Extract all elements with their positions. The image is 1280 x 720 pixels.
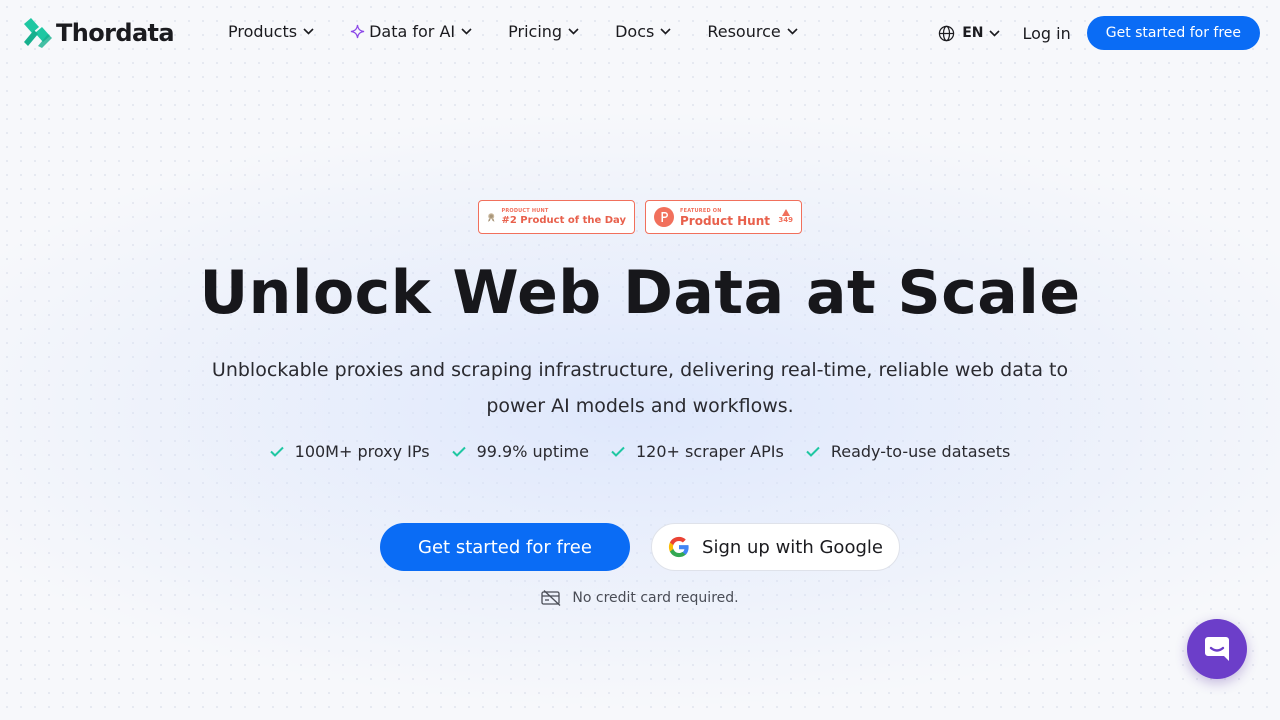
featured-product-hunt-badge[interactable]: FEATURED ON Product Hunt 349	[645, 200, 802, 234]
nav-label: Products	[228, 22, 298, 41]
nav-pricing[interactable]: Pricing	[508, 22, 579, 41]
hero-title: Unlock Web Data at Scale	[199, 258, 1081, 328]
login-link[interactable]: Log in	[1022, 24, 1070, 43]
site-header: Thordata Products Data for AI Pricing Do…	[0, 0, 1280, 66]
get-started-button[interactable]: Get started for free	[380, 523, 630, 571]
feature-label: 120+ scraper APIs	[635, 442, 784, 461]
badge-title: #2 Product of the Day	[501, 214, 626, 226]
globe-icon	[939, 25, 955, 41]
badge-title: Product Hunt	[680, 213, 770, 228]
chat-widget-button[interactable]	[1187, 619, 1247, 679]
check-icon	[611, 446, 625, 457]
brand-logo[interactable]: Thordata	[22, 18, 175, 48]
chevron-down-icon	[568, 28, 579, 35]
vote-number: 349	[778, 216, 793, 224]
check-icon	[269, 446, 284, 457]
hero-cta-row: Get started for free Sign up with Google	[380, 523, 900, 571]
chevron-down-icon	[303, 28, 314, 35]
feature-list: 100M+ proxy IPs 99.9% uptime 120+ scrape…	[0, 442, 1280, 461]
upvote-count: 349	[778, 209, 793, 225]
feature-label: Ready-to-use datasets	[830, 442, 1011, 461]
feature-label: 100M+ proxy IPs	[294, 442, 430, 461]
feature-item: 99.9% uptime	[451, 442, 589, 461]
upvote-triangle-icon	[781, 209, 790, 216]
feature-item: 120+ scraper APIs	[611, 442, 784, 461]
google-signup-button[interactable]: Sign up with Google	[651, 523, 900, 571]
language-selector[interactable]: EN	[938, 25, 1001, 42]
check-icon	[451, 446, 466, 457]
sparkle-icon	[350, 24, 365, 39]
nav-label: Resource	[707, 22, 781, 41]
hero-subtitle: Unblockable proxies and scraping infrast…	[211, 359, 1069, 417]
header-get-started-button[interactable]: Get started for free	[1086, 16, 1260, 50]
google-signup-label: Sign up with Google	[702, 536, 883, 558]
main-nav: Products Data for AI Pricing Docs Resour…	[228, 22, 798, 41]
chevron-down-icon	[787, 28, 798, 35]
medal-icon	[487, 212, 495, 222]
google-logo-icon	[668, 536, 689, 558]
thordata-logo-icon	[24, 18, 52, 48]
no-credit-card-note: No credit card required.	[0, 590, 1280, 606]
chevron-down-icon	[461, 28, 472, 35]
chat-bubble-icon	[1205, 637, 1229, 661]
feature-item: 100M+ proxy IPs	[269, 442, 430, 461]
chevron-down-icon	[660, 28, 671, 35]
feature-item: Ready-to-use datasets	[806, 442, 1011, 461]
language-label: EN	[962, 25, 984, 41]
check-icon	[806, 446, 820, 457]
brand-name: Thordata	[56, 19, 175, 47]
badge-text: PRODUCT HUNT #2 Product of the Day	[501, 208, 626, 227]
header-actions: EN Log in Get started for free	[938, 16, 1260, 50]
product-hunt-logo-icon	[654, 207, 674, 227]
nav-products[interactable]: Products	[228, 22, 314, 41]
product-hunt-badges: PRODUCT HUNT #2 Product of the Day FEATU…	[478, 200, 802, 234]
no-credit-card-text: No credit card required.	[572, 590, 739, 606]
nav-resource[interactable]: Resource	[707, 22, 798, 41]
badge-kicker: PRODUCT HUNT	[501, 207, 549, 214]
badge-text: FEATURED ON Product Hunt	[680, 208, 770, 227]
nav-docs[interactable]: Docs	[615, 22, 671, 41]
nav-label: Pricing	[508, 22, 563, 41]
feature-label: 99.9% uptime	[476, 442, 589, 461]
nav-data-for-ai[interactable]: Data for AI	[350, 22, 472, 41]
no-credit-card-icon	[541, 590, 561, 606]
nav-label: Docs	[615, 22, 655, 41]
nav-label: Data for AI	[369, 22, 456, 41]
chevron-down-icon	[989, 29, 1001, 37]
product-of-day-badge[interactable]: PRODUCT HUNT #2 Product of the Day	[478, 200, 635, 234]
